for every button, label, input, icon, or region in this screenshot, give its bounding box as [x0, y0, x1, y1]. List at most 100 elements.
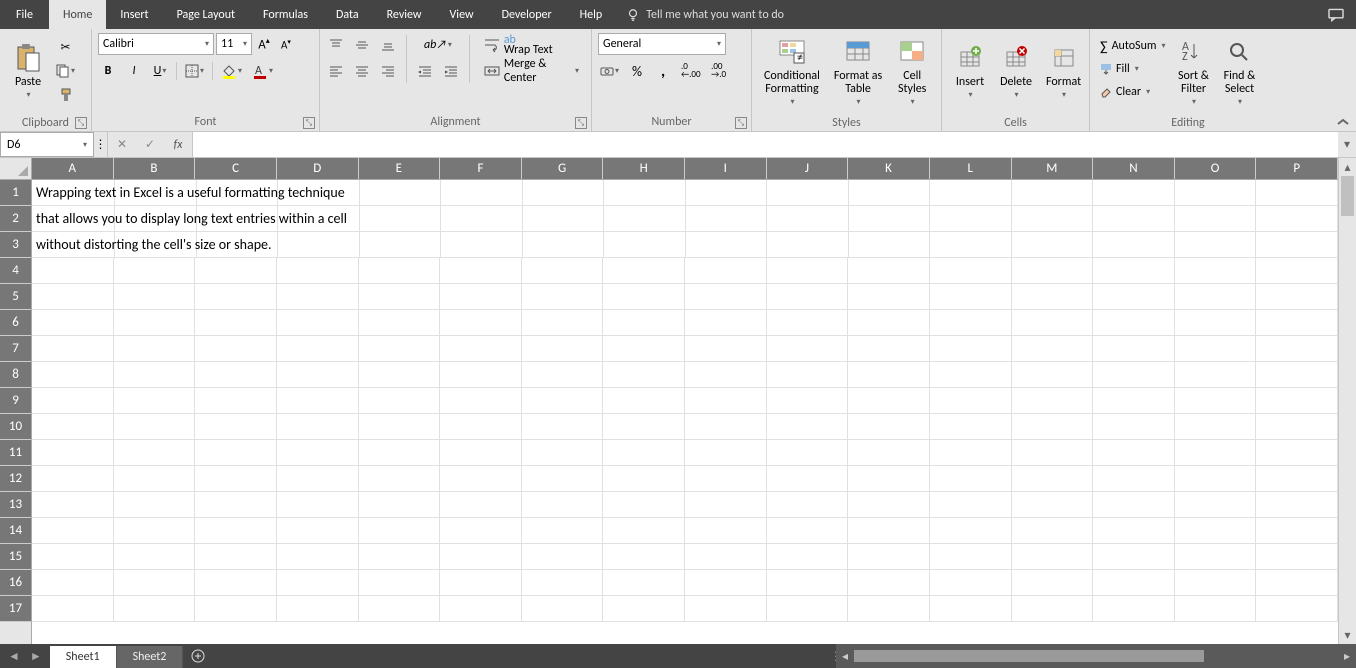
- cell-G12[interactable]: [522, 466, 604, 491]
- cell-B11[interactable]: [114, 440, 196, 465]
- cell-C6[interactable]: [195, 310, 277, 335]
- cell-M17[interactable]: [1012, 596, 1094, 621]
- delete-cells-button[interactable]: Delete▾: [994, 33, 1038, 111]
- cell-N8[interactable]: [1093, 362, 1175, 387]
- cell-O13[interactable]: [1175, 492, 1257, 517]
- cell-K4[interactable]: [848, 258, 930, 283]
- cell-K7[interactable]: [848, 336, 930, 361]
- cell-O2[interactable]: [1175, 206, 1257, 231]
- cell-P11[interactable]: [1256, 440, 1338, 465]
- tab-file[interactable]: File: [0, 0, 49, 29]
- cell-grid[interactable]: Wrapping text in Excel is a useful forma…: [32, 180, 1338, 644]
- cell-A13[interactable]: [32, 492, 114, 517]
- column-header-C[interactable]: C: [195, 158, 277, 179]
- cell-L17[interactable]: [930, 596, 1012, 621]
- cell-A2[interactable]: that allows you to display long text ent…: [32, 206, 115, 231]
- cell-B4[interactable]: [114, 258, 196, 283]
- cell-F4[interactable]: [440, 258, 522, 283]
- cell-G2[interactable]: [523, 206, 605, 231]
- cell-I3[interactable]: [686, 232, 768, 257]
- cell-O14[interactable]: [1175, 518, 1257, 543]
- cell-C15[interactable]: [195, 544, 277, 569]
- cell-J14[interactable]: [767, 518, 849, 543]
- cell-H5[interactable]: [603, 284, 685, 309]
- cell-O4[interactable]: [1175, 258, 1257, 283]
- cell-P12[interactable]: [1256, 466, 1338, 491]
- cell-J10[interactable]: [767, 414, 849, 439]
- cell-I4[interactable]: [685, 258, 767, 283]
- namebox-resize[interactable]: ⋮: [94, 132, 108, 157]
- cell-K13[interactable]: [848, 492, 930, 517]
- cell-C9[interactable]: [195, 388, 277, 413]
- wrap-text-button[interactable]: abWrap Text: [478, 33, 585, 57]
- cell-D11[interactable]: [277, 440, 359, 465]
- orientation-button[interactable]: ab↗▾: [422, 35, 454, 55]
- format-painter-button[interactable]: [56, 85, 76, 105]
- cell-C10[interactable]: [195, 414, 277, 439]
- cell-G17[interactable]: [522, 596, 604, 621]
- horizontal-scroll-thumb[interactable]: [854, 650, 1204, 662]
- cell-N9[interactable]: [1093, 388, 1175, 413]
- fx-icon[interactable]: fx: [164, 132, 192, 157]
- cell-K17[interactable]: [848, 596, 930, 621]
- align-top-button[interactable]: [326, 35, 346, 55]
- cell-F16[interactable]: [440, 570, 522, 595]
- cell-H12[interactable]: [603, 466, 685, 491]
- column-header-D[interactable]: D: [277, 158, 359, 179]
- cell-M6[interactable]: [1012, 310, 1094, 335]
- cell-O9[interactable]: [1175, 388, 1257, 413]
- cell-B17[interactable]: [114, 596, 196, 621]
- cell-K9[interactable]: [848, 388, 930, 413]
- cell-D13[interactable]: [277, 492, 359, 517]
- cell-N12[interactable]: [1093, 466, 1175, 491]
- cell-J9[interactable]: [767, 388, 849, 413]
- enter-formula-button[interactable]: ✓: [136, 132, 164, 157]
- cell-I16[interactable]: [685, 570, 767, 595]
- cell-I17[interactable]: [685, 596, 767, 621]
- row-header-14[interactable]: 14: [0, 518, 31, 544]
- clipboard-dialog-icon[interactable]: ⤡: [75, 117, 87, 129]
- cell-M16[interactable]: [1012, 570, 1094, 595]
- tab-help[interactable]: Help: [566, 0, 617, 29]
- cell-D16[interactable]: [277, 570, 359, 595]
- cell-N4[interactable]: [1093, 258, 1175, 283]
- cell-P9[interactable]: [1256, 388, 1338, 413]
- cell-G3[interactable]: [523, 232, 605, 257]
- cell-O3[interactable]: [1175, 232, 1257, 257]
- tab-data[interactable]: Data: [322, 0, 373, 29]
- cell-C4[interactable]: [195, 258, 277, 283]
- cell-L10[interactable]: [930, 414, 1012, 439]
- tab-home[interactable]: Home: [49, 0, 106, 29]
- row-header-15[interactable]: 15: [0, 544, 31, 570]
- cell-L1[interactable]: [930, 180, 1012, 205]
- cell-C17[interactable]: [195, 596, 277, 621]
- cell-H13[interactable]: [603, 492, 685, 517]
- cell-B9[interactable]: [114, 388, 196, 413]
- cell-D10[interactable]: [277, 414, 359, 439]
- cell-K12[interactable]: [848, 466, 930, 491]
- row-header-2[interactable]: 2: [0, 206, 31, 232]
- cell-O16[interactable]: [1175, 570, 1257, 595]
- cell-C14[interactable]: [195, 518, 277, 543]
- cell-K16[interactable]: [848, 570, 930, 595]
- cell-A8[interactable]: [32, 362, 114, 387]
- accounting-button[interactable]: ▾: [598, 61, 621, 81]
- cell-I2[interactable]: [686, 206, 768, 231]
- cell-M3[interactable]: [1012, 232, 1094, 257]
- cell-E8[interactable]: [359, 362, 441, 387]
- cell-K5[interactable]: [848, 284, 930, 309]
- column-header-J[interactable]: J: [767, 158, 849, 179]
- cell-H9[interactable]: [603, 388, 685, 413]
- cell-A11[interactable]: [32, 440, 114, 465]
- cell-P17[interactable]: [1256, 596, 1338, 621]
- cell-B12[interactable]: [114, 466, 196, 491]
- cell-L9[interactable]: [930, 388, 1012, 413]
- cell-I5[interactable]: [685, 284, 767, 309]
- cell-N5[interactable]: [1093, 284, 1175, 309]
- cell-P5[interactable]: [1256, 284, 1338, 309]
- cell-P8[interactable]: [1256, 362, 1338, 387]
- cell-N15[interactable]: [1093, 544, 1175, 569]
- cell-H11[interactable]: [603, 440, 685, 465]
- cell-F15[interactable]: [440, 544, 522, 569]
- cell-N3[interactable]: [1093, 232, 1175, 257]
